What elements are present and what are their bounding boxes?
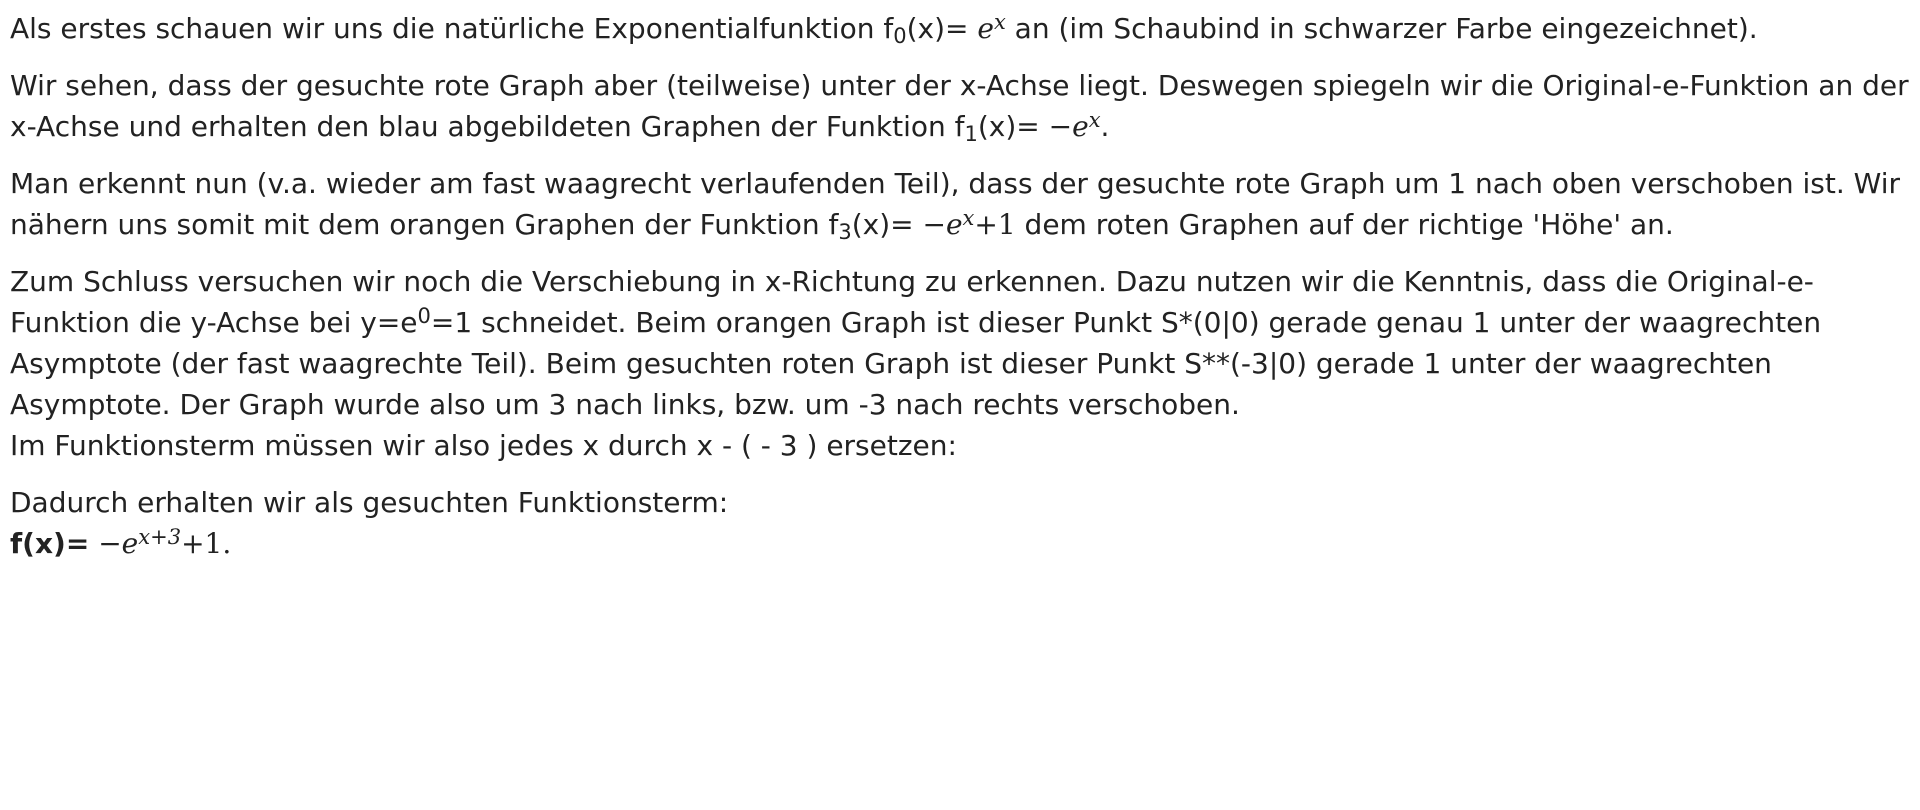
formula-plus-one: +1: [974, 208, 1016, 241]
result-formula: −ex+3+1.: [98, 524, 232, 560]
formula-exponent: x: [1088, 107, 1101, 132]
subscript-index: 1: [964, 122, 978, 147]
result-label: f(x)=: [10, 527, 90, 560]
solution-text: Als erstes schauen wir uns die natürlich…: [10, 8, 1915, 564]
formula: −ex+1: [922, 205, 1016, 241]
paragraph-result: Dadurch erhalten wir als gesuchten Funkt…: [10, 482, 1915, 564]
paragraph-horizontal-shift: Zum Schluss versuchen wir noch die Versc…: [10, 261, 1915, 466]
formula-exponent: x: [993, 9, 1006, 34]
formula-exponent: x: [962, 205, 975, 230]
formula-base: e: [945, 208, 963, 241]
text: Dadurch erhalten wir als gesuchten Funkt…: [10, 486, 729, 519]
formula-base: e: [121, 527, 139, 560]
formula-minus: −: [922, 208, 946, 241]
superscript-zero: 0: [417, 303, 431, 328]
formula-base: e: [1072, 110, 1089, 143]
subscript-index: 3: [838, 220, 852, 245]
paragraph-exponential-function: Als erstes schauen wir uns die natürlich…: [10, 8, 1915, 49]
formula-period: .: [222, 527, 232, 560]
paragraph-vertical-shift: Man erkennt nun (v.a. wieder am fast waa…: [10, 163, 1915, 245]
formula: −ex: [1048, 107, 1101, 143]
text: Wir sehen, dass der gesuchte rote Graph …: [10, 69, 1909, 143]
text: .: [1100, 110, 1110, 143]
formula-minus: −: [1048, 110, 1073, 143]
subscript-index: 0: [893, 24, 907, 49]
text: dem roten Graphen auf der richtige 'Höhe…: [1015, 208, 1674, 241]
paragraph-reflection: Wir sehen, dass der gesuchte rote Graph …: [10, 65, 1915, 147]
text: Als erstes schauen wir uns die natürlich…: [10, 12, 894, 45]
text: an (im Schaubind in schwarzer Farbe eing…: [1005, 12, 1758, 45]
formula-minus: −: [98, 527, 122, 560]
formula-plus-one: +1: [181, 527, 223, 560]
text: (x)=: [906, 12, 978, 45]
formula-base: e: [977, 12, 994, 45]
text: (x)=: [851, 208, 923, 241]
text: (x)=: [977, 110, 1049, 143]
formula: ex: [977, 9, 1006, 45]
formula-exponent: x+3: [138, 524, 182, 549]
text-substitution: Im Funktionsterm müssen wir also jedes x…: [10, 429, 957, 462]
